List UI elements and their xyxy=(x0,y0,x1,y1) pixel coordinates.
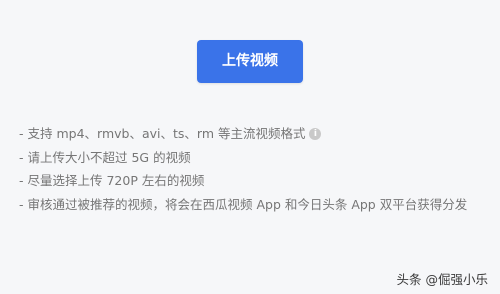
hint-format: - 支持 mp4、rmvb、avi、ts、rm 等主流视频格式 i xyxy=(19,122,489,146)
upload-hints: - 支持 mp4、rmvb、avi、ts、rm 等主流视频格式 i - 请上传大小… xyxy=(19,122,489,216)
upload-video-button[interactable]: 上传视频 xyxy=(197,40,303,83)
hint-resolution: - 尽量选择上传 720P 左右的视频 xyxy=(19,173,205,188)
info-icon[interactable]: i xyxy=(309,127,322,140)
hint-distribution: - 审核通过被推荐的视频，将会在西瓜视频 App 和今日头条 App 双平台获得… xyxy=(19,196,468,212)
hint-format-text: - 支持 mp4、rmvb、avi、ts、rm 等主流视频格式 xyxy=(19,126,306,141)
watermark: 头条 @倔强小乐 xyxy=(396,272,488,287)
hint-size: - 请上传大小不超过 5G 的视频 xyxy=(19,149,191,165)
